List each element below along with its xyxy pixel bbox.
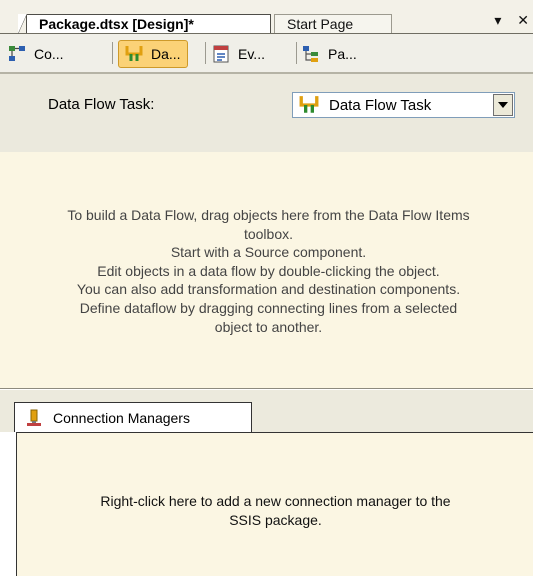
designer-tab-strip: Co... Da... Ev... Pa... (0, 34, 533, 74)
tab-label: Ev... (238, 46, 265, 62)
tab-connection-managers[interactable]: Connection Managers (14, 402, 252, 432)
tab-label: Da... (151, 46, 181, 62)
data-flow-task-select[interactable]: Data Flow Task (292, 92, 515, 118)
instruction-line: toolbox. (243, 225, 294, 242)
instruction-line: Edit objects in a data flow by double-cl… (97, 262, 440, 279)
data-flow-task-value: Data Flow Task (329, 96, 432, 114)
tab-label: Pa... (328, 46, 357, 62)
tab-separator (112, 42, 113, 64)
close-icon[interactable]: ✕ (517, 12, 529, 28)
design-surface-instructions: To build a Data Flow, drag objects here … (0, 206, 533, 336)
tab-separator (296, 42, 297, 64)
connection-manager-icon (27, 409, 41, 426)
instruction-line: To build a Data Flow, drag objects here … (67, 207, 470, 223)
tab-label: Co... (34, 46, 64, 62)
event-handlers-icon (213, 45, 229, 63)
connection-managers-hint: Right-click here to add a new connection… (17, 492, 533, 530)
data-flow-icon (125, 46, 143, 61)
data-flow-icon (299, 96, 319, 113)
instruction-line: You can also add transformation and dest… (76, 281, 461, 298)
dropdown-arrow-icon[interactable] (493, 94, 513, 116)
data-flow-design-surface[interactable]: To build a Data Flow, drag objects here … (0, 152, 533, 389)
hint-line: SSIS package. (229, 512, 322, 528)
data-flow-task-bar: Data Flow Task: Data Flow Task (0, 74, 533, 152)
document-tab-strip: Package.dtsx [Design]* Start Page ▾ ✕ (0, 0, 533, 34)
tab-package-explorer[interactable]: Pa... (302, 40, 357, 68)
control-flow-icon (9, 46, 25, 61)
tab-package-design[interactable]: Package.dtsx [Design]* (18, 14, 271, 34)
window-menu-icon[interactable]: ▾ (494, 12, 501, 28)
connection-managers-area[interactable]: Right-click here to add a new connection… (16, 432, 533, 576)
tab-control-flow[interactable]: Co... (8, 40, 64, 68)
hint-line: Right-click here to add a new connection… (100, 493, 451, 509)
data-flow-task-label: Data Flow Task: (48, 96, 155, 113)
package-explorer-icon (303, 46, 318, 62)
instruction-line: Start with a Source component. (170, 244, 367, 261)
tab-label: Connection Managers (53, 409, 190, 426)
connection-managers-header: Connection Managers (0, 390, 533, 432)
instruction-line: Define dataflow by dragging connecting l… (79, 299, 458, 316)
tab-data-flow[interactable]: Da... (118, 40, 188, 68)
tab-start-page[interactable]: Start Page (274, 14, 392, 33)
instruction-line: object to another. (214, 318, 323, 335)
tab-event-handlers[interactable]: Ev... (212, 40, 265, 68)
tab-separator (205, 42, 206, 64)
ssis-designer-window: Package.dtsx [Design]* Start Page ▾ ✕ Co… (0, 0, 533, 576)
tab-actions: ▾ ✕ (482, 12, 529, 29)
